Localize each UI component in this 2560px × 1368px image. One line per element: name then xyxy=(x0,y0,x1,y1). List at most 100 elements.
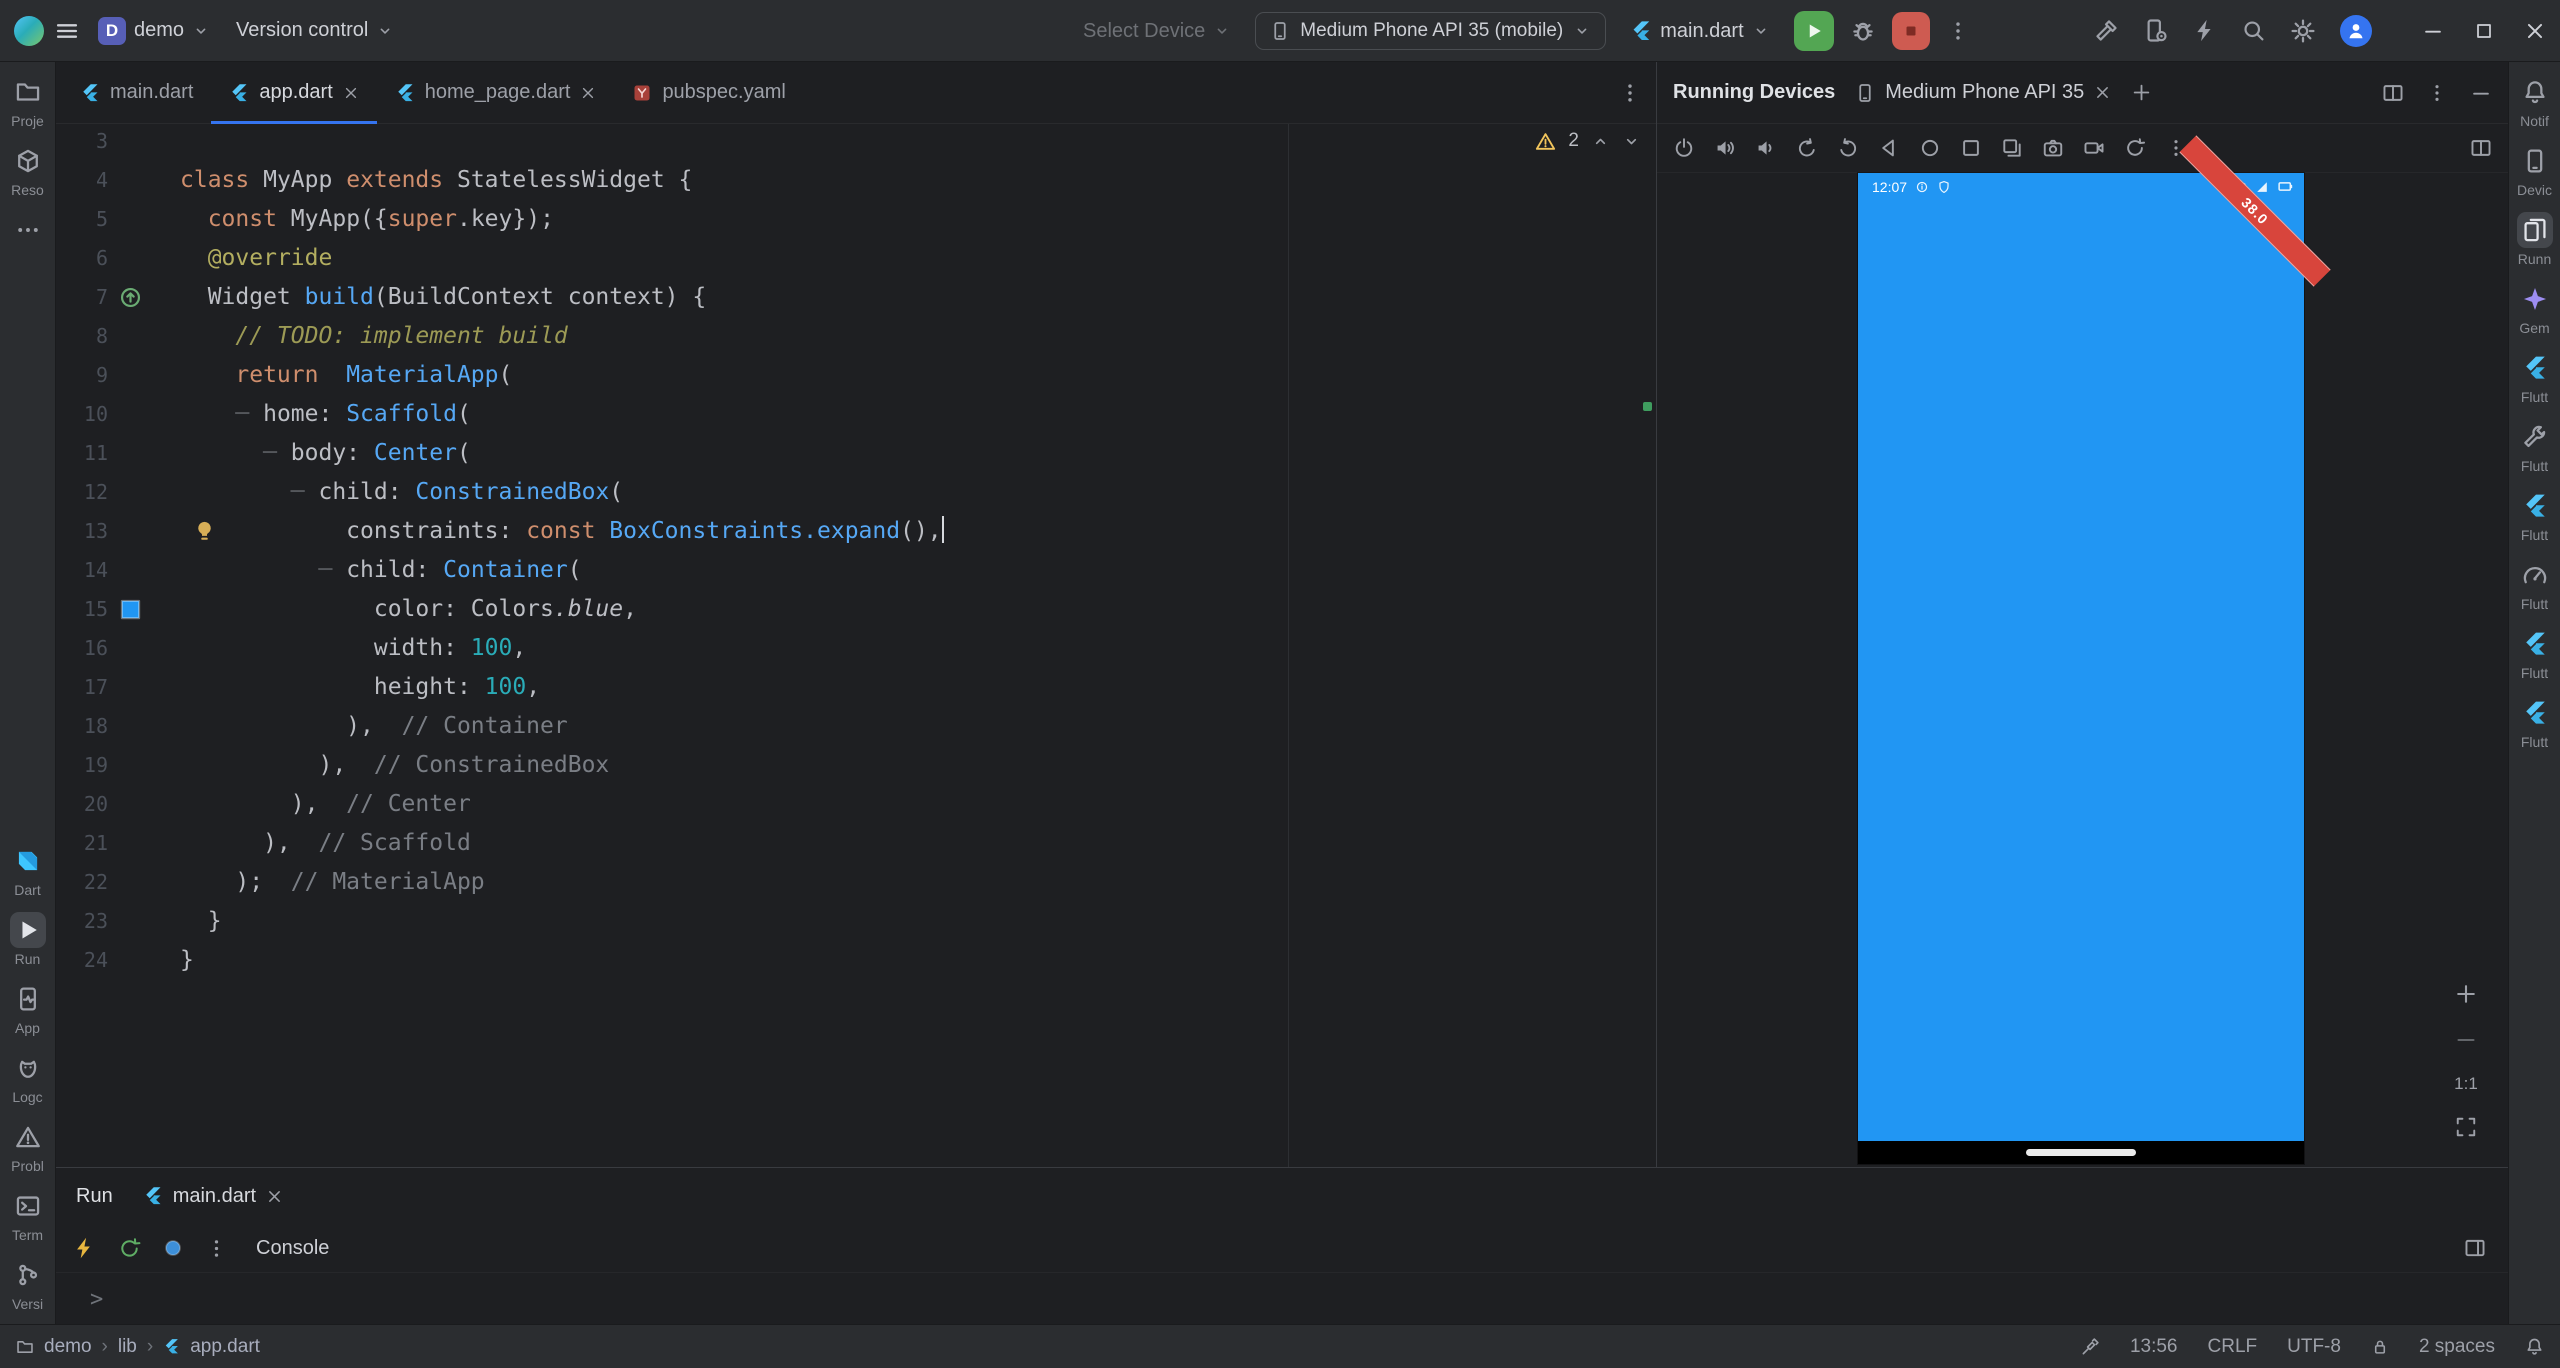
snapshot-icon[interactable] xyxy=(2124,137,2146,159)
sidebar-item-problems[interactable]: Probl xyxy=(0,1115,55,1178)
tab-main.dart[interactable]: main.dart xyxy=(62,62,211,123)
main-menu-icon[interactable] xyxy=(54,18,80,44)
camera-icon[interactable] xyxy=(2042,137,2064,159)
code-line[interactable]: 11 ─ body: Center( xyxy=(56,434,1656,473)
sidebar-item-resource-manager[interactable]: Reso xyxy=(0,139,55,202)
search-icon[interactable] xyxy=(2241,18,2266,43)
code-line[interactable]: 15 color: Colors.blue, xyxy=(56,590,1656,629)
settings-icon[interactable] xyxy=(2290,18,2316,44)
code-line[interactable]: 23 } xyxy=(56,902,1656,941)
phone-screen[interactable]: 12:07 3G 38.0 xyxy=(1858,173,2304,1164)
build-icon[interactable] xyxy=(2094,18,2119,43)
zoom-in-icon[interactable] xyxy=(2454,982,2478,1006)
vcs-widget[interactable]: Version control xyxy=(228,13,402,48)
panel-options-icon[interactable] xyxy=(2426,82,2448,104)
code-line[interactable]: 16 width: 100, xyxy=(56,629,1656,668)
tab-app.dart[interactable]: app.dart xyxy=(211,62,376,123)
readonly-lock-icon[interactable] xyxy=(2371,1338,2389,1356)
inspection-widget[interactable]: 2 xyxy=(1535,130,1641,152)
layers-icon[interactable] xyxy=(2001,137,2023,159)
caret-position[interactable]: 13:56 xyxy=(2130,1336,2178,1358)
gesture-pill[interactable] xyxy=(2026,1149,2136,1156)
close-tab-icon[interactable] xyxy=(580,85,596,101)
overview-icon[interactable] xyxy=(1960,137,1982,159)
sidebar-item-notifications[interactable]: Notif xyxy=(2509,70,2560,133)
close-window-icon[interactable] xyxy=(2524,20,2546,42)
run-config-selector[interactable]: main.dart xyxy=(1622,14,1777,49)
hot-restart-icon[interactable] xyxy=(118,1237,141,1260)
close-tab-icon[interactable] xyxy=(343,85,359,101)
code-line[interactable]: 18 ), // Container xyxy=(56,707,1656,746)
run-tab[interactable]: main.dart xyxy=(143,1185,283,1208)
code-line[interactable]: 24} xyxy=(56,941,1656,980)
layout-icon[interactable] xyxy=(2382,82,2404,104)
line-ending[interactable]: CRLF xyxy=(2208,1336,2258,1358)
code-line[interactable]: 17 height: 100, xyxy=(56,668,1656,707)
select-device-dropdown[interactable]: Select Device xyxy=(1075,14,1239,49)
home-icon[interactable] xyxy=(1919,137,1941,159)
notifications-icon[interactable] xyxy=(2525,1337,2544,1356)
code-line[interactable]: 12 ─ child: ConstrainedBox( xyxy=(56,473,1656,512)
console-output[interactable]: > xyxy=(56,1272,2508,1325)
device-frame-icon[interactable] xyxy=(2470,137,2492,159)
sidebar-item-flutter-devtools[interactable]: Flutt xyxy=(2509,691,2560,754)
breadcrumb-project[interactable]: demo xyxy=(44,1336,92,1358)
power-icon[interactable] xyxy=(1673,137,1695,159)
code-line[interactable]: 22 ); // MaterialApp xyxy=(56,863,1656,902)
project-widget[interactable]: D demo xyxy=(90,11,218,51)
user-avatar[interactable] xyxy=(2340,15,2372,47)
sidebar-item-running-devices[interactable]: Runn xyxy=(2509,208,2560,271)
tab-home_page.dart[interactable]: home_page.dart xyxy=(377,62,615,123)
rotl-icon[interactable] xyxy=(1796,137,1818,159)
minimize-icon[interactable] xyxy=(2422,20,2444,42)
sidebar-item-run[interactable]: Run xyxy=(0,908,55,971)
code-line[interactable]: 6 @override xyxy=(56,239,1656,278)
close-tab-icon[interactable] xyxy=(2094,84,2111,101)
zoom-out-icon[interactable] xyxy=(2454,1028,2478,1052)
run-button[interactable] xyxy=(1794,11,1834,51)
sidebar-item-app-quality-insights[interactable]: App xyxy=(0,977,55,1040)
code-line[interactable]: 8 // TODO: implement build xyxy=(56,317,1656,356)
add-device-tab-icon[interactable] xyxy=(2131,82,2152,103)
close-tab-icon[interactable] xyxy=(266,1188,283,1205)
sidebar-item-project[interactable]: Proje xyxy=(0,70,55,133)
hot-reload-icon[interactable] xyxy=(72,1236,96,1260)
video-icon[interactable] xyxy=(2083,137,2105,159)
zoom-reset[interactable]: 1:1 xyxy=(2454,1074,2478,1094)
code-line[interactable]: 13 constraints: const BoxConstraints.exp… xyxy=(56,512,1656,551)
sidebar-item-more-tool-windows[interactable] xyxy=(0,208,55,252)
next-problem-icon[interactable] xyxy=(1622,132,1641,151)
sidebar-item-version-control[interactable]: Versi xyxy=(0,1253,55,1316)
run-options-icon[interactable] xyxy=(205,1237,228,1260)
encoding[interactable]: UTF-8 xyxy=(2287,1336,2341,1358)
console-layout-icon[interactable] xyxy=(2464,1237,2486,1259)
voldn-icon[interactable] xyxy=(1755,137,1777,159)
prev-problem-icon[interactable] xyxy=(1591,132,1610,151)
sidebar-item-gemini[interactable]: Gem xyxy=(2509,277,2560,340)
back-icon[interactable] xyxy=(1878,137,1900,159)
code-line[interactable]: 7 Widget build(BuildContext context) { xyxy=(56,278,1656,317)
code-line[interactable]: 5 const MyApp({super.key}); xyxy=(56,200,1656,239)
tab-pubspec.yaml[interactable]: pubspec.yaml xyxy=(614,62,803,123)
device-selector[interactable]: Medium Phone API 35 (mobile) xyxy=(1255,12,1606,50)
code-line[interactable]: 19 ), // ConstrainedBox xyxy=(56,746,1656,785)
indent-setting[interactable]: 2 spaces xyxy=(2419,1336,2495,1358)
stop-button[interactable] xyxy=(1892,12,1930,50)
code-line[interactable]: 21 ), // Scaffold xyxy=(56,824,1656,863)
rotr-icon[interactable] xyxy=(1837,137,1859,159)
code-line[interactable]: 3 xyxy=(56,124,1656,161)
breadcrumb-file[interactable]: app.dart xyxy=(190,1336,260,1358)
code-editor[interactable]: 34class MyApp extends StatelessWidget {5… xyxy=(56,124,1656,1167)
volup-icon[interactable] xyxy=(1714,137,1736,159)
override-marker-icon[interactable] xyxy=(118,285,143,310)
code-line[interactable]: 14 ─ child: Container( xyxy=(56,551,1656,590)
zoom-fit-icon[interactable] xyxy=(2455,1116,2477,1138)
device-manager-icon[interactable] xyxy=(2143,18,2168,43)
sidebar-item-flutter-outline[interactable]: Flutt xyxy=(2509,346,2560,409)
code-line[interactable]: 10 ─ home: Scaffold( xyxy=(56,395,1656,434)
maximize-icon[interactable] xyxy=(2474,21,2494,41)
tab-options-icon[interactable] xyxy=(1618,81,1642,105)
code-line[interactable]: 9 return MaterialApp( xyxy=(56,356,1656,395)
sidebar-item-flutter-profiler[interactable]: Flutt xyxy=(2509,553,2560,616)
sidebar-item-flutter-inspector[interactable]: Flutt xyxy=(2509,415,2560,478)
